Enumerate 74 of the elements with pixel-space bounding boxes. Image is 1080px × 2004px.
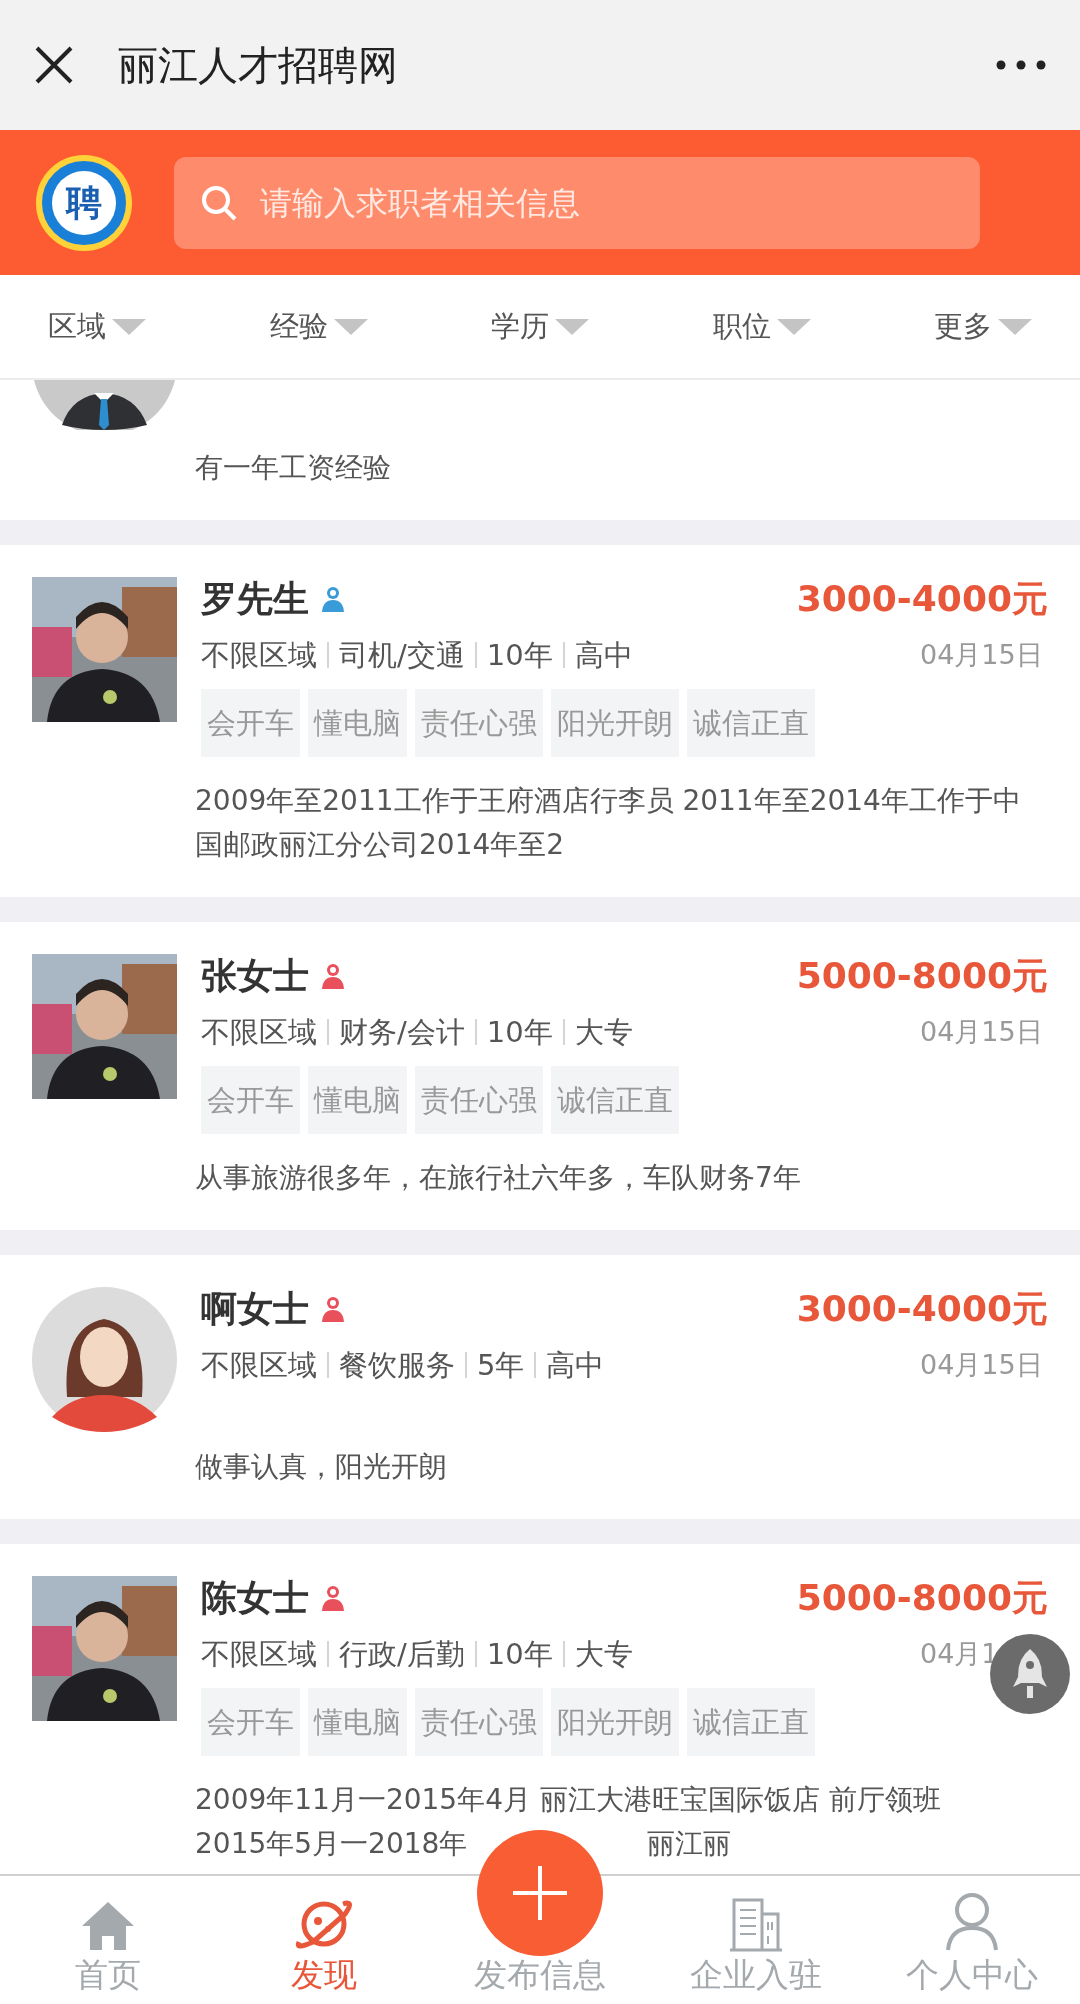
post-date: 04月15日 <box>920 1015 1043 1049</box>
more-icon[interactable] <box>996 60 1046 70</box>
candidate-info: 行政/后勤 <box>339 1636 465 1673</box>
search-icon <box>200 183 238 222</box>
candidate-info: 高中 <box>574 637 633 674</box>
candidate-info: 5年 <box>477 1347 525 1384</box>
candidate-info: 10年 <box>486 637 553 674</box>
candidate-name: 啊女士 <box>201 1287 309 1331</box>
resume-summary: 2009年11月一2015年4月 丽江大港旺宝国际饭店 前厅领班 <box>195 1782 941 1818</box>
caret-icon <box>112 318 146 335</box>
candidate-info: 大专 <box>574 1636 633 1673</box>
candidate-name: 张女士 <box>201 954 309 998</box>
caret-icon <box>998 318 1032 335</box>
skill-tag: 懂电脑 <box>308 1066 407 1134</box>
caret-icon <box>555 318 589 335</box>
window-title: 丽江人才招聘网 <box>118 41 399 90</box>
skill-tag: 阳光开朗 <box>551 1688 679 1756</box>
candidate-info: 不限区域 <box>201 1014 317 1051</box>
resume-summary: 丽江丽 <box>647 1826 732 1862</box>
skill-tag: 责任心强 <box>415 689 543 757</box>
candidate-info: 10年 <box>486 1636 553 1673</box>
skill-tag: 懂电脑 <box>308 689 407 757</box>
caret-icon <box>776 318 811 335</box>
candidate-info: 不限区域 <box>201 1636 317 1673</box>
skill-tag: 懂电脑 <box>308 1688 407 1756</box>
skill-tag: 会开车 <box>201 1066 300 1134</box>
search-field[interactable]: 请输入求职者相关信息 <box>174 156 980 249</box>
candidate-info: 不限区域 <box>201 1347 317 1384</box>
candidate-info: 不限区域 <box>201 637 317 674</box>
resume-summary: 做事认真，阳光开朗 <box>195 1449 447 1485</box>
avatar-icon <box>32 1287 177 1432</box>
filter-dropdown[interactable]: 区域 <box>48 304 146 349</box>
filter-dropdown[interactable]: 更多 <box>934 304 1032 349</box>
close-icon[interactable] <box>34 45 74 85</box>
skill-tag: 诚信正直 <box>687 1688 815 1756</box>
filter-dropdown[interactable]: 经验 <box>269 304 368 349</box>
building-icon <box>728 1896 784 1952</box>
resume-summary: 从事旅游很多年，在旅行社六年多，车队财务7年 <box>195 1160 801 1196</box>
candidate-info: 大专 <box>574 1014 633 1051</box>
candidate-name: 陈女士 <box>201 1576 309 1620</box>
resume-summary: 2015年5月一2018年 <box>195 1826 468 1862</box>
post-date: 04月15日 <box>920 1348 1043 1382</box>
resume-summary: 2009年至2011工作于王府酒店行李员 2011年至2014年工作于中国邮政丽江分公司2014年至2 <box>195 783 1022 863</box>
skill-tag: 阳光开朗 <box>551 689 679 757</box>
skill-tag: 诚信正直 <box>551 1066 679 1134</box>
skill-tag: 责任心强 <box>415 1688 543 1756</box>
salary-range: 3000-4000元 <box>796 577 1048 621</box>
candidate-info: 高中 <box>546 1347 605 1384</box>
resume-card[interactable]: 啊女士 3000-4000元 不限区域 餐饮服务 5年 高中 04月15日 做事认真，阳光开朗 <box>0 1255 1080 1519</box>
caret-icon <box>333 318 368 335</box>
resume-summary: 有一年工资经验 <box>195 450 391 486</box>
candidate-info: 10年 <box>486 1014 553 1051</box>
rocket-icon <box>1013 1649 1047 1699</box>
salary-range: 5000-8000元 <box>796 1576 1048 1620</box>
skill-tag: 会开车 <box>201 689 300 757</box>
resume-card[interactable]: 张女士 5000-8000元 不限区域 财务/会计 10年 大专 04月15日 会开车 懂电脑 责任心强 诚信正直 从事旅游很多年，在旅行社六年多，车队财务7年 <box>0 922 1080 1230</box>
candidate-info: 餐饮服务 <box>339 1347 455 1384</box>
plus-icon <box>513 1866 567 1920</box>
candidate-info: 财务/会计 <box>339 1014 465 1051</box>
skill-tag: 诚信正直 <box>687 689 815 757</box>
post-date: 04月15日 <box>920 638 1043 672</box>
skill-tag: 责任心强 <box>415 1066 543 1134</box>
salary-range: 3000-4000元 <box>796 1287 1048 1331</box>
tab-bar-item[interactable]: 发现 <box>291 1896 357 1996</box>
home-icon <box>80 1900 136 1952</box>
skill-tag: 会开车 <box>201 1688 300 1756</box>
user-icon <box>944 1892 1000 1952</box>
filter-dropdown[interactable]: 职位 <box>712 304 811 349</box>
logo: 聘 <box>36 154 132 251</box>
candidate-name: 罗先生 <box>201 577 309 621</box>
salary-range: 5000-8000元 <box>796 954 1048 998</box>
filter-dropdown[interactable]: 学历 <box>491 304 589 349</box>
candidate-info: 司机/交通 <box>339 637 465 674</box>
resume-card[interactable]: 罗先生 3000-4000元 不限区域 司机/交通 10年 高中 04月15日 会开车 懂电脑 责任心强 阳光开朗 诚信正直 2009年至2011工作于王府酒店行李员 2011年至2014年工作于中国邮政丽江分公司2014年至2 <box>0 545 1080 897</box>
